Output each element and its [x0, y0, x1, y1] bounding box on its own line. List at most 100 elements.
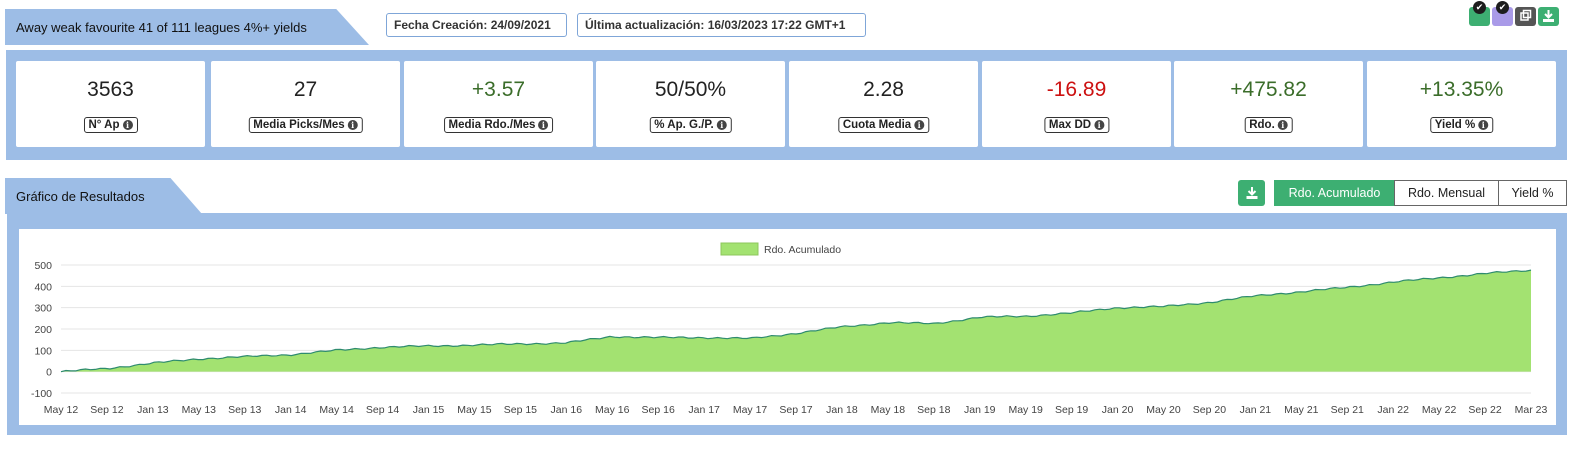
strategy-title-text: Away weak favourite 41 of 111 leagues 4%… — [16, 19, 307, 35]
check-icon[interactable]: ✔ — [1492, 1, 1513, 26]
y-tick-label: 100 — [34, 345, 52, 357]
info-icon[interactable]: i — [122, 120, 133, 130]
x-tick-label: May 16 — [595, 404, 630, 416]
x-tick-label: May 12 — [44, 404, 79, 416]
stat-label-text: Media Picks/Mes — [253, 119, 345, 131]
stat-card-max-dd: -16.89 Max DD i — [982, 61, 1171, 147]
x-tick-label: Jan 13 — [137, 404, 169, 416]
view-yield-button[interactable]: Yield % — [1498, 180, 1567, 206]
stat-label[interactable]: N° Ap i — [83, 117, 138, 133]
info-icon[interactable]: i — [538, 120, 549, 130]
stat-label-text: Max DD — [1048, 119, 1092, 131]
x-tick-label: Jan 19 — [964, 404, 996, 416]
x-tick-label: Sep 15 — [504, 404, 537, 416]
creation-date: Fecha Creación: 24/09/2021 — [386, 13, 567, 37]
chart-section-title-text: Gráfico de Resultados — [16, 188, 145, 204]
stat-card-media-rdo: +3.57 Media Rdo./Mes i — [404, 61, 593, 147]
stat-card-ap-gp: 50/50% % Ap. G./P. i — [596, 61, 785, 147]
x-tick-label: Mar 23 — [1515, 404, 1548, 416]
series-area — [61, 270, 1531, 372]
stat-card-media-picks: 27 Media Picks/Mes i — [211, 61, 400, 147]
x-tick-label: Jan 14 — [275, 404, 307, 416]
info-icon[interactable]: i — [1478, 120, 1489, 130]
stat-card-yield: +13.35% Yield % i — [1367, 61, 1556, 147]
legend-swatch — [720, 242, 759, 256]
info-icon[interactable]: i — [716, 120, 727, 130]
x-tick-label: Jan 15 — [413, 404, 445, 416]
check-badge-icon: ✔ — [1473, 1, 1486, 14]
strategy-title: Away weak favourite 41 of 111 leagues 4%… — [5, 9, 369, 45]
stat-value: +3.57 — [471, 78, 526, 101]
stat-value: 50/50% — [654, 78, 727, 101]
x-tick-label: Sep 16 — [642, 404, 675, 416]
x-tick-label: May 21 — [1284, 404, 1319, 416]
chart-series — [60, 269, 1532, 373]
chart-download-button[interactable] — [1238, 180, 1265, 206]
stat-label-text: Media Rdo./Mes — [448, 119, 536, 131]
x-tick-label: May 22 — [1422, 404, 1457, 416]
results-chart: 5004003002001000-100 May 12 Sep 12 Jan 13 M… — [31, 242, 1548, 416]
y-tick-label: 500 — [34, 260, 52, 272]
info-icon[interactable]: i — [1277, 120, 1288, 130]
copy-icon[interactable] — [1515, 7, 1536, 26]
check-icon[interactable]: ✔ — [1469, 1, 1490, 26]
chart-legend: Rdo. Acumulado — [720, 242, 841, 256]
y-tick-label: 0 — [46, 367, 52, 379]
x-tick-label: Jan 17 — [688, 404, 720, 416]
y-tick-label: 300 — [34, 303, 52, 315]
x-tick-label: Sep 22 — [1468, 404, 1501, 416]
stat-value: 2.28 — [863, 78, 904, 101]
last-update: Última actualización: 16/03/2023 17:22 G… — [577, 13, 866, 37]
x-tick-label: May 17 — [733, 404, 768, 416]
x-tick-label: May 14 — [319, 404, 354, 416]
chart-area: 500 400 300 200 100 0 -100 May 12 Sep 12 Jan 13 M… — [19, 229, 1556, 425]
x-tick-label: Sep 13 — [228, 404, 261, 416]
x-tick-label: Sep 19 — [1055, 404, 1088, 416]
view-rdo-acumulado-button[interactable]: Rdo. Acumulado — [1274, 180, 1395, 206]
corner-actions: ✔ ✔ — [1469, 1, 1559, 26]
check-badge-icon: ✔ — [1496, 1, 1509, 14]
stat-card-cuota-media: 2.28 Cuota Media i — [789, 61, 978, 147]
x-tick-label: Sep 17 — [779, 404, 812, 416]
legend-label: Rdo. Acumulado — [764, 244, 841, 256]
y-tick-label: 400 — [34, 281, 52, 293]
stat-card-rdo: +475.82 Rdo. i — [1174, 61, 1363, 147]
stat-label[interactable]: Yield % i — [1429, 117, 1494, 133]
y-axis: 500 400 300 200 100 0 -100 — [31, 260, 52, 400]
x-tick-label: May 20 — [1146, 404, 1181, 416]
stat-label[interactable]: Max DD i — [1043, 117, 1110, 133]
stat-card-n-ap: 3563 N° Ap i — [16, 61, 205, 147]
stat-label-text: % Ap. G./P. — [654, 119, 714, 131]
x-axis: May 12 Sep 12 Jan 13 May 13 Sep 13 Jan 14 May … — [44, 404, 1548, 416]
download-icon[interactable] — [1538, 7, 1559, 26]
info-icon[interactable]: i — [347, 120, 358, 130]
x-tick-label: Jan 18 — [826, 404, 858, 416]
stat-label[interactable]: Media Picks/Mes i — [248, 117, 363, 133]
stat-label[interactable]: Cuota Media i — [837, 117, 930, 133]
x-tick-label: Jan 20 — [1102, 404, 1134, 416]
stat-value: -16.89 — [1046, 78, 1107, 101]
view-rdo-mensual-button[interactable]: Rdo. Mensual — [1394, 180, 1499, 206]
stat-label-text: Cuota Media — [842, 119, 912, 131]
x-tick-label: May 15 — [457, 404, 492, 416]
stat-label-text: Yield % — [1434, 119, 1476, 131]
stat-label-text: N° Ap — [88, 119, 120, 131]
stats-panel: 3563 N° Ap i 27 Media Picks/Mes i +3.57 Me… — [6, 50, 1567, 160]
x-tick-label: Jan 16 — [551, 404, 583, 416]
stat-label[interactable]: % Ap. G./P. i — [649, 117, 732, 133]
x-tick-label: Sep 20 — [1193, 404, 1226, 416]
x-tick-label: Jan 22 — [1377, 404, 1409, 416]
download-icon — [1246, 187, 1257, 199]
stat-value: +13.35% — [1419, 78, 1504, 101]
stat-value: 27 — [293, 78, 318, 101]
x-tick-label: Sep 21 — [1331, 404, 1364, 416]
x-tick-label: May 19 — [1008, 404, 1043, 416]
stat-label[interactable]: Rdo. i — [1244, 117, 1293, 133]
x-tick-label: Sep 14 — [366, 404, 399, 416]
x-tick-label: Sep 12 — [90, 404, 123, 416]
stat-label[interactable]: Media Rdo./Mes i — [443, 117, 554, 133]
info-icon[interactable]: i — [914, 120, 925, 130]
stat-value: 3563 — [87, 78, 134, 101]
x-tick-label: May 18 — [871, 404, 906, 416]
info-icon[interactable]: i — [1094, 120, 1105, 130]
